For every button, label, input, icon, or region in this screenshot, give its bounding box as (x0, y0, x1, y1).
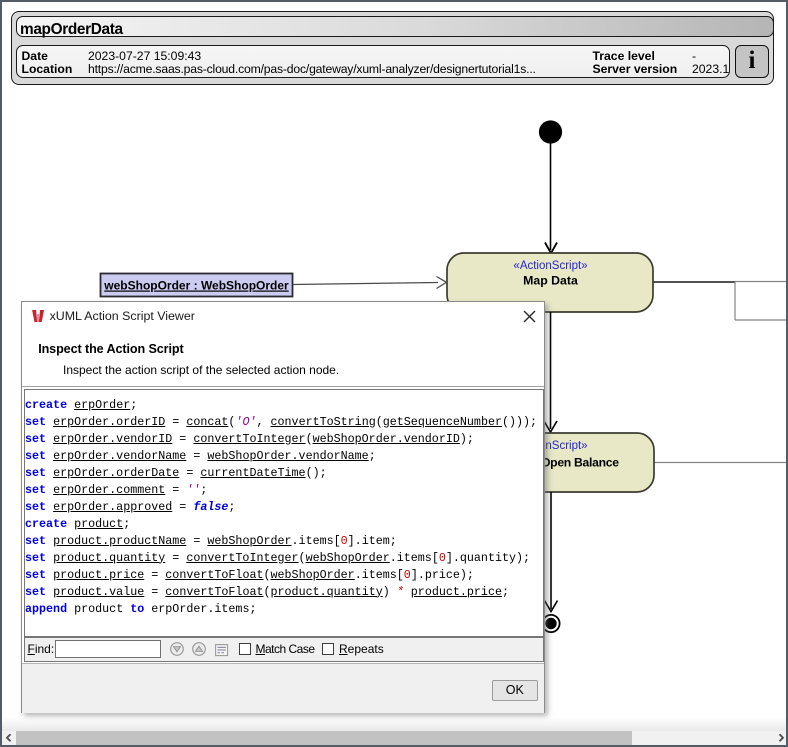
svg-text:«ActionScript»: «ActionScript» (513, 260, 587, 272)
svg-text:webShopOrder : WebShopOrder: webShopOrder : WebShopOrder (103, 279, 289, 293)
svg-text:Open Balance: Open Balance (541, 456, 619, 470)
svg-text:Map Data: Map Data (523, 274, 578, 288)
